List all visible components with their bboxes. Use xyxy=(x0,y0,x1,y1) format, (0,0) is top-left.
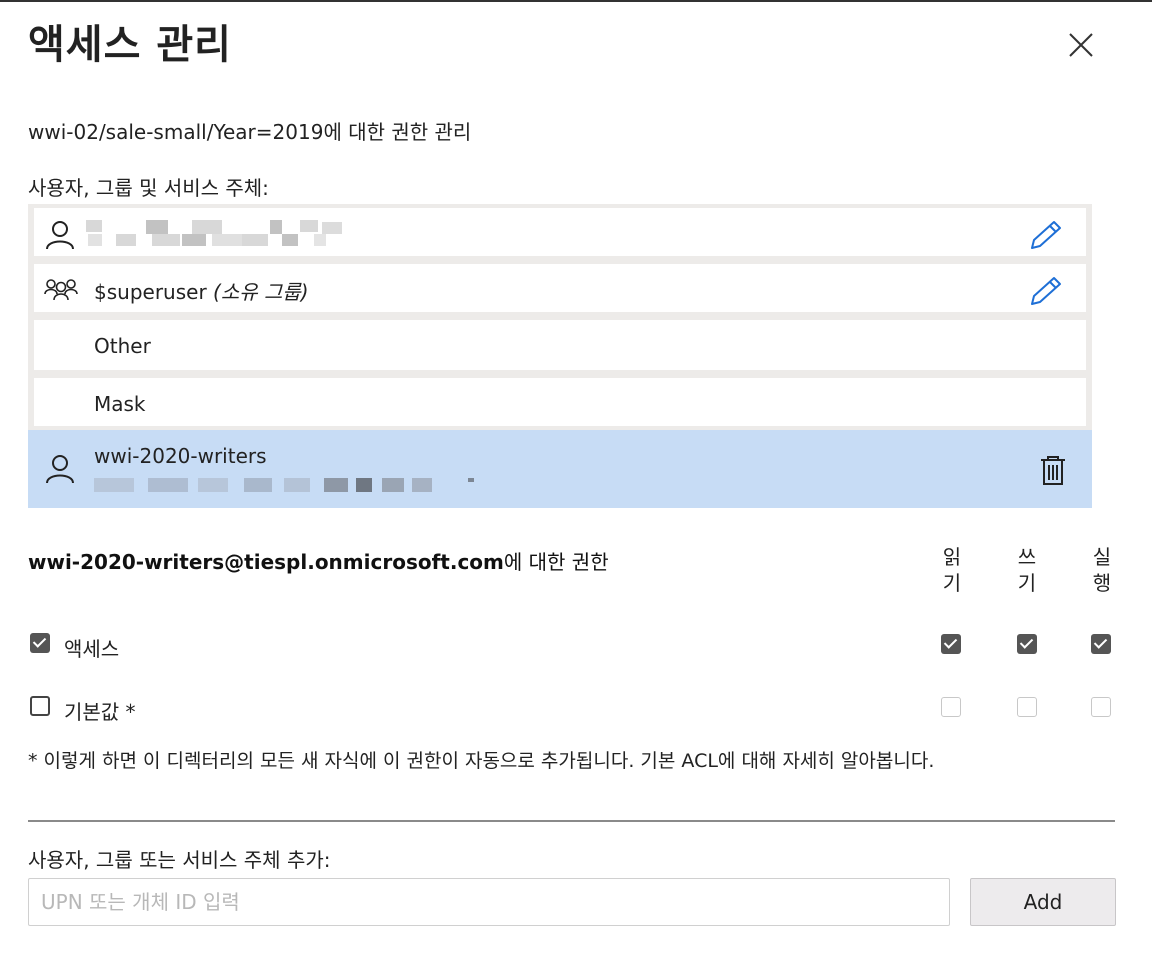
principal-row-user[interactable] xyxy=(34,208,1086,256)
edit-pencil-icon[interactable] xyxy=(1028,220,1064,250)
section-divider xyxy=(28,820,1115,822)
column-write-header: 쓰 기 xyxy=(1012,544,1042,596)
principal-row-mask[interactable]: Mask xyxy=(34,378,1086,426)
column-execute-header: 실 행 xyxy=(1087,544,1117,596)
principals-list: $superuser (소유 그룹) Other Mask wwi-2020-w… xyxy=(28,204,1092,508)
permissions-principal: wwi-2020-writers@tiespl.onmicrosoft.com xyxy=(28,550,504,574)
access-checkbox[interactable] xyxy=(30,633,50,653)
access-read-checkbox[interactable] xyxy=(941,634,961,654)
default-checkbox[interactable] xyxy=(30,696,50,716)
principal-row-superuser[interactable]: $superuser (소유 그룹) xyxy=(34,264,1086,312)
top-border xyxy=(0,0,1152,2)
default-write-checkbox[interactable] xyxy=(1017,697,1037,717)
default-acl-note: * 이렇게 하면 이 디렉터리의 모든 새 자식에 이 권한이 자동으로 추가됩… xyxy=(28,750,935,772)
dialog-title: 액세스 관리 xyxy=(28,22,232,68)
principal-name: Other xyxy=(94,334,151,358)
user-icon xyxy=(46,455,74,484)
access-label: 액세스 xyxy=(64,637,120,661)
user-icon xyxy=(46,221,74,250)
principal-row-selected[interactable]: wwi-2020-writers xyxy=(28,430,1092,508)
column-read-line1: 읽 xyxy=(942,545,962,569)
access-write-checkbox[interactable] xyxy=(1017,634,1037,654)
principal-name: $superuser (소유 그룹) xyxy=(94,276,309,305)
owner-group-tag: (소유 그룹) xyxy=(213,280,309,304)
edit-pencil-icon[interactable] xyxy=(1028,276,1064,306)
column-read-header: 읽 기 xyxy=(937,544,967,596)
column-execute-line1: 실 xyxy=(1092,545,1112,569)
column-write-line2: 기 xyxy=(1017,571,1037,595)
permissions-title-suffix: 에 대한 권한 xyxy=(503,550,609,574)
principal-name: wwi-2020-writers xyxy=(94,444,267,468)
trash-icon[interactable] xyxy=(1038,454,1068,486)
default-execute-checkbox[interactable] xyxy=(1091,697,1111,717)
close-icon[interactable] xyxy=(1064,28,1098,62)
manage-permissions-subtitle: wwi-02/sale-small/Year=2019에 대한 권한 관리 xyxy=(28,120,472,144)
column-write-line1: 쓰 xyxy=(1017,545,1037,569)
access-execute-checkbox[interactable] xyxy=(1091,634,1111,654)
default-label: 기본값 * xyxy=(64,700,136,724)
group-icon xyxy=(44,279,78,301)
column-execute-line2: 행 xyxy=(1092,571,1112,595)
add-principal-label: 사용자, 그룹 또는 서비스 주체 추가: xyxy=(28,848,331,872)
principals-label: 사용자, 그룹 및 서비스 주체: xyxy=(28,176,269,200)
principal-name-text: $superuser xyxy=(94,280,207,304)
add-button[interactable]: Add xyxy=(970,878,1116,926)
principal-search-input[interactable] xyxy=(28,878,950,926)
redacted-principal-id xyxy=(94,476,494,494)
principal-row-other[interactable]: Other xyxy=(34,320,1086,370)
principal-name: Mask xyxy=(94,392,146,416)
permissions-title: wwi-2020-writers@tiespl.onmicrosoft.com에… xyxy=(28,546,609,575)
default-read-checkbox[interactable] xyxy=(941,697,961,717)
column-read-line2: 기 xyxy=(942,571,962,595)
redacted-name xyxy=(86,218,346,248)
